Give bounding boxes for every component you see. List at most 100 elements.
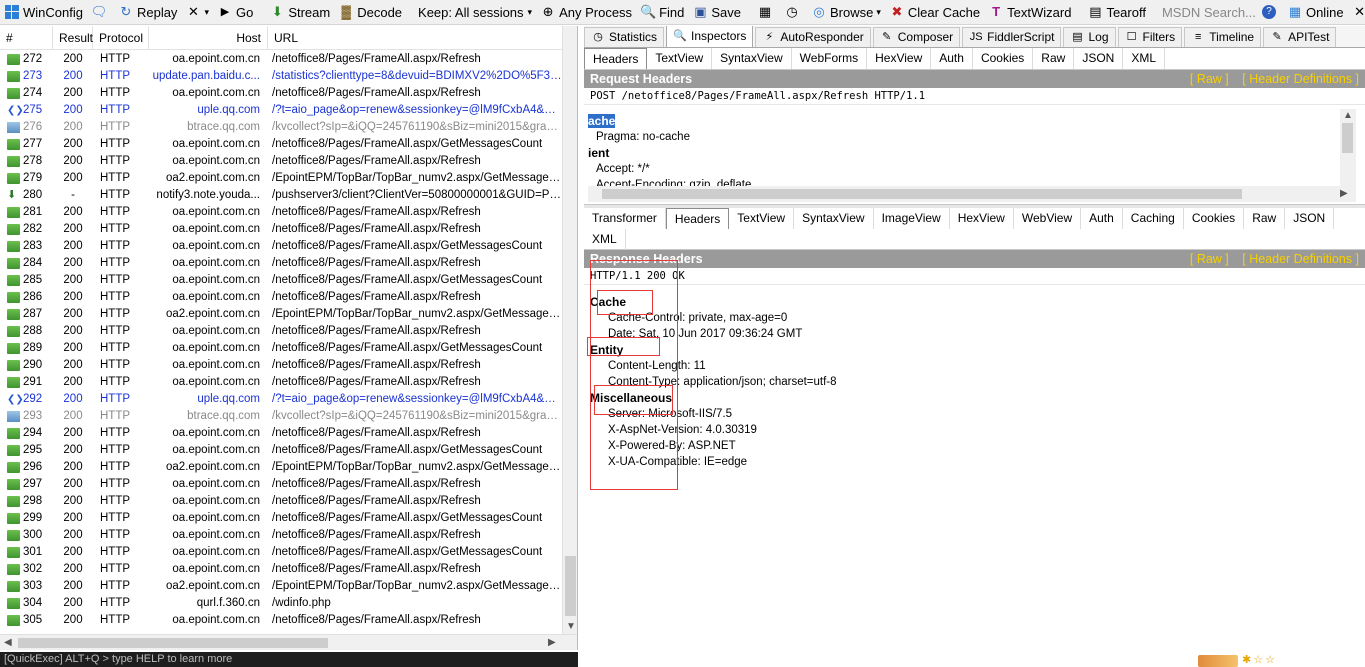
session-row[interactable]: 295 200 HTTP oa.epoint.com.cn/netoffice8/Pa…: [0, 442, 562, 459]
scroll-left-icon[interactable]: ◀: [4, 637, 12, 648]
scroll-right-icon[interactable]: ▶: [548, 637, 556, 648]
session-row[interactable]: 296 200 HTTP oa2.epoint.com.cn/EpointEPM/To…: [0, 459, 562, 476]
save-button[interactable]: ▣ Save: [688, 0, 745, 24]
header-item[interactable]: Cache-Control: private, max-age=0: [590, 310, 1350, 326]
header-item[interactable]: Content-Length: 11: [590, 358, 1350, 374]
response-tab-caching[interactable]: Caching: [1123, 208, 1184, 229]
remove-button[interactable]: ✕ ▾: [181, 0, 213, 24]
screenshot-button[interactable]: ▦: [753, 0, 780, 24]
request-raw-link[interactable]: [ Raw ]: [1190, 72, 1229, 86]
header-item[interactable]: Pragma: no-cache: [588, 129, 1340, 145]
any-process-button[interactable]: ⊕ Any Process: [536, 0, 636, 24]
session-row[interactable]: ❮❯ 275 200 HTTP uple.qq.com /?t=aio_page&op=r…: [0, 102, 562, 119]
find-button[interactable]: 🔍 Find: [636, 0, 688, 24]
session-row[interactable]: 273 200 HTTP update.pan.baidu.c... /statisti…: [0, 68, 562, 85]
sessions-horizontal-scrollbar[interactable]: ◀ ▶: [0, 634, 577, 650]
scroll-down-icon[interactable]: ▼: [566, 621, 576, 632]
session-row[interactable]: 298 200 HTTP oa.epoint.com.cn/netoffice8/Pa…: [0, 493, 562, 510]
tab-filters[interactable]: ☐ Filters: [1117, 27, 1183, 47]
header-group[interactable]: Miscellaneous: [590, 390, 1350, 406]
header-item[interactable]: X-UA-Compatible: IE=edge: [590, 454, 1350, 470]
response-header-definitions-link[interactable]: [ Header Definitions ]: [1242, 252, 1359, 266]
header-group[interactable]: ient: [588, 145, 1340, 161]
tab-composer[interactable]: ✎ Composer: [872, 27, 961, 47]
header-item[interactable]: Content-Type: application/json; charset=…: [590, 374, 1350, 390]
winconfig-button[interactable]: WinConfig: [0, 0, 87, 24]
msdn-search-input[interactable]: MSDN Search...: [1158, 5, 1258, 20]
request-tab-auth[interactable]: Auth: [931, 48, 973, 69]
session-row[interactable]: 274 200 HTTP oa.epoint.com.cn/netoffice8/Pa…: [0, 85, 562, 102]
response-tab-raw[interactable]: Raw: [1244, 208, 1286, 229]
response-tab-json[interactable]: JSON: [1285, 208, 1335, 229]
response-tab-textview[interactable]: TextView: [729, 208, 795, 229]
keep-sessions-dropdown[interactable]: Keep: All sessions ▾: [414, 0, 536, 24]
request-tab-raw[interactable]: Raw: [1033, 48, 1075, 69]
session-row[interactable]: 282 200 HTTP oa.epoint.com.cn/netoffice8/Pa…: [0, 221, 562, 238]
decode-button[interactable]: ▓ Decode: [334, 0, 406, 24]
scrollbar-thumb[interactable]: [1342, 123, 1353, 153]
session-row[interactable]: 300 200 HTTP oa.epoint.com.cn/netoffice8/Pa…: [0, 527, 562, 544]
response-raw-link[interactable]: [ Raw ]: [1190, 252, 1229, 266]
header-group[interactable]: Entity: [590, 342, 1350, 358]
tab-log[interactable]: ▤ Log: [1063, 27, 1116, 47]
header-group[interactable]: Cache: [590, 294, 1350, 310]
sessions-vertical-scrollbar[interactable]: ▼: [562, 26, 577, 636]
replay-button[interactable]: ↻ Replay: [114, 0, 181, 24]
session-row[interactable]: 281 200 HTTP oa.epoint.com.cn/netoffice8/Pa…: [0, 204, 562, 221]
column-header-number[interactable]: #: [0, 26, 53, 50]
session-row[interactable]: 283 200 HTTP oa.epoint.com.cn/netoffice8/Pa…: [0, 238, 562, 255]
request-tab-headers[interactable]: Headers: [584, 48, 648, 69]
browse-button[interactable]: ◎ Browse ▾: [807, 0, 885, 24]
session-row[interactable]: 284 200 HTTP oa.epoint.com.cn/netoffice8/Pa…: [0, 255, 562, 272]
session-row[interactable]: 294 200 HTTP oa.epoint.com.cn/netoffice8/Pa…: [0, 425, 562, 442]
session-row[interactable]: 277 200 HTTP oa.epoint.com.cn/netoffice8/Pa…: [0, 136, 562, 153]
response-tab-webview[interactable]: WebView: [1014, 208, 1082, 229]
response-tab-auth[interactable]: Auth: [1081, 208, 1123, 229]
session-row[interactable]: ⬇ 280 - HTTP notify3.note.youda... /pushserve…: [0, 187, 562, 204]
session-row[interactable]: 299 200 HTTP oa.epoint.com.cn/netoffice8/Pa…: [0, 510, 562, 527]
session-row[interactable]: 290 200 HTTP oa.epoint.com.cn/netoffice8/Pa…: [0, 357, 562, 374]
quickexec-input[interactable]: [QuickExec] ALT+Q > type HELP to learn m…: [0, 652, 578, 667]
go-button[interactable]: ▶ Go: [213, 0, 257, 24]
close-toolbar-button[interactable]: ✕: [1348, 0, 1365, 24]
session-row[interactable]: 276 200 HTTP btrace.qq.com/kvcollect?sIp=&i…: [0, 119, 562, 136]
response-tab-xml[interactable]: XML: [584, 229, 626, 250]
scrollbar-thumb[interactable]: [602, 189, 1242, 199]
session-row[interactable]: 287 200 HTTP oa2.epoint.com.cn/EpointEPM/To…: [0, 306, 562, 323]
session-row[interactable]: 288 200 HTTP oa.epoint.com.cn/netoffice8/Pa…: [0, 323, 562, 340]
help-button[interactable]: ?: [1258, 0, 1283, 24]
tab-fiddlerscript[interactable]: JS FiddlerScript: [962, 27, 1062, 47]
column-header-host[interactable]: Host: [149, 26, 268, 50]
tab-timeline[interactable]: ≡ Timeline: [1184, 27, 1262, 47]
comment-button[interactable]: 🗨: [87, 0, 114, 24]
text-wizard-button[interactable]: T TextWizard: [984, 0, 1075, 24]
header-item[interactable]: Accept: */*: [588, 161, 1340, 177]
tab-inspectors[interactable]: 🔍 Inspectors: [666, 26, 754, 47]
request-header-definitions-link[interactable]: [ Header Definitions ]: [1242, 72, 1359, 86]
session-row[interactable]: 304 200 HTTP qurl.f.360.cn/wdinfo.php: [0, 595, 562, 612]
response-tab-cookies[interactable]: Cookies: [1184, 208, 1245, 229]
session-row[interactable]: ❮❯ 292 200 HTTP uple.qq.com /?t=aio_page&op=r…: [0, 391, 562, 408]
scroll-up-icon[interactable]: ▲: [1343, 110, 1353, 121]
scrollbar-thumb[interactable]: [565, 556, 576, 616]
session-row[interactable]: 291 200 HTTP oa.epoint.com.cn/netoffice8/Pa…: [0, 374, 562, 391]
request-tab-xml[interactable]: XML: [1123, 48, 1166, 69]
request-vertical-scrollbar[interactable]: ▲: [1340, 109, 1356, 187]
session-row[interactable]: 286 200 HTTP oa.epoint.com.cn/netoffice8/Pa…: [0, 289, 562, 306]
response-tab-headers[interactable]: Headers: [665, 208, 730, 229]
session-row[interactable]: 305 200 HTTP oa.epoint.com.cn/netoffice8/Pa…: [0, 612, 562, 629]
request-tab-hexview[interactable]: HexView: [867, 48, 932, 69]
header-group[interactable]: ache: [588, 113, 1340, 129]
column-header-result[interactable]: Result: [53, 26, 93, 50]
request-horizontal-scrollbar[interactable]: ▶: [588, 186, 1356, 202]
header-item[interactable]: X-Powered-By: ASP.NET: [590, 438, 1350, 454]
session-row[interactable]: 302 200 HTTP oa.epoint.com.cn/netoffice8/Pa…: [0, 561, 562, 578]
response-tab-syntaxview[interactable]: SyntaxView: [794, 208, 874, 229]
session-row[interactable]: 279 200 HTTP oa2.epoint.com.cn/EpointEPM/To…: [0, 170, 562, 187]
request-tab-cookies[interactable]: Cookies: [973, 48, 1034, 69]
session-row[interactable]: 285 200 HTTP oa.epoint.com.cn/netoffice8/Pa…: [0, 272, 562, 289]
header-item[interactable]: Server: Microsoft-IIS/7.5: [590, 406, 1350, 422]
clear-cache-button[interactable]: ✖ Clear Cache: [885, 0, 984, 24]
scroll-right-icon[interactable]: ▶: [1340, 188, 1348, 199]
session-row[interactable]: 278 200 HTTP oa.epoint.com.cn/netoffice8/Pa…: [0, 153, 562, 170]
